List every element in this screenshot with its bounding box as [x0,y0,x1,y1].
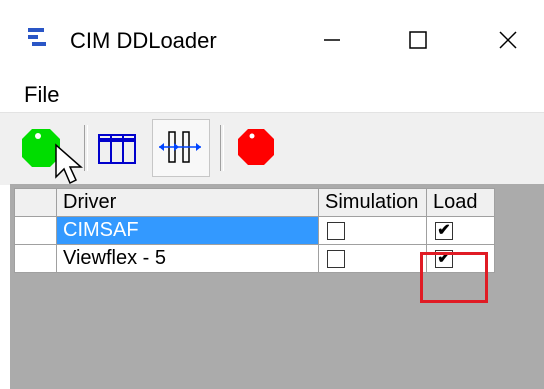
minimize-icon [324,39,340,41]
toolbar-separator [220,125,224,171]
driver-cell[interactable]: Viewflex - 5 [56,244,319,273]
split-columns-icon [159,131,201,163]
simulation-checkbox-cell[interactable] [318,216,427,245]
close-button[interactable] [478,16,538,64]
toolbar [0,112,544,185]
minimize-button[interactable] [302,16,362,64]
row-header[interactable] [14,216,57,245]
toolbar-separator [84,125,88,171]
column-header-driver[interactable]: Driver [56,188,319,217]
stop-button[interactable] [228,119,286,177]
simulation-checkbox-cell[interactable] [318,244,427,273]
maximize-icon [409,31,427,49]
column-header-load[interactable]: Load [426,188,495,217]
load-checkbox-cell[interactable]: ✔ [426,216,495,245]
app-icon [28,28,46,46]
table-row[interactable]: CIMSAF ✔ [14,216,495,245]
grid-header: Driver Simulation Load [14,188,495,217]
window-title: CIM DDLoader [70,28,217,53]
maximize-button[interactable] [388,16,448,64]
row-header-corner [14,188,57,217]
column-header-simulation[interactable]: Simulation [318,188,427,217]
load-checkbox[interactable]: ✔ [435,221,453,240]
menu-file[interactable]: File [24,82,59,108]
red-octagon-icon [238,129,274,165]
mouse-cursor-icon [55,143,83,185]
row-header[interactable] [14,244,57,273]
app-window: CIM DDLoader File Driver Simulation Load… [0,0,544,389]
highlight-annotation-box [420,252,488,303]
driver-cell[interactable]: CIMSAF [56,216,319,245]
table-view-button[interactable] [92,119,150,177]
resize-columns-button[interactable] [152,119,210,177]
table-icon [98,134,136,164]
simulation-checkbox[interactable] [327,249,345,268]
title-bar[interactable]: CIM DDLoader [0,0,544,76]
close-icon [499,31,517,49]
menu-bar [0,76,544,112]
start-button[interactable] [16,119,83,185]
simulation-checkbox[interactable] [327,221,345,240]
